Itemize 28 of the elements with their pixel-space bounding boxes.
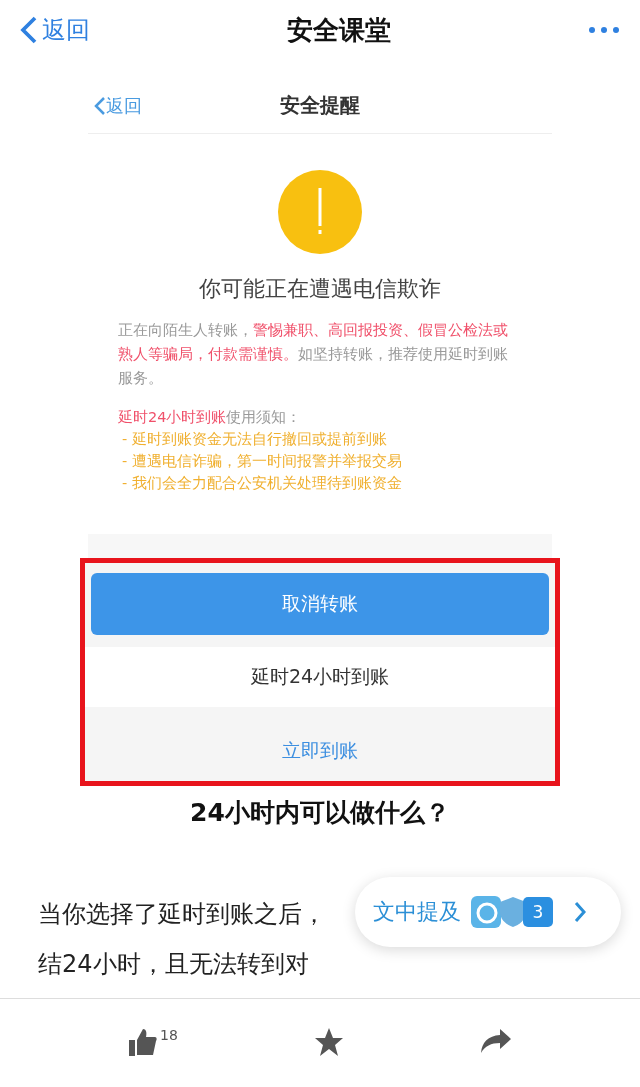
warning-text: 正在向陌生人转账，警惕兼职、高回报投资、假冒公检法或熟人等骗局，付款需谨慎。如坚持转账，推荐使用延时到账服务。 (118, 321, 509, 388)
notice-item: - 我们会全力配合公安机关处理待到账资金 (121, 474, 403, 493)
screen-title: 安全提醒 (280, 92, 360, 119)
chevron-right-icon (573, 900, 587, 924)
option-button[interactable]: 延时24小时到账 (85, 647, 555, 707)
mentions-label: 文中提及 (373, 898, 461, 926)
thumbs-up-icon[interactable] (128, 1027, 158, 1057)
notice-title: 延时24小时到账使用须知： (118, 408, 303, 427)
mentions-count: 3 (523, 897, 553, 927)
more-icon[interactable] (588, 26, 620, 34)
star-icon[interactable] (313, 1027, 344, 1057)
notice-item: - 遭遇电信诈骗，第一时间报警并举报交易 (121, 452, 403, 471)
back-chevron-icon (20, 15, 38, 45)
article-text: 当你选择了延时到账之后， (38, 899, 326, 930)
like-count: 18 (160, 1027, 178, 1043)
cancel-button[interactable]: 取消转账 (91, 573, 549, 635)
page-title: 安全课堂 (287, 13, 391, 47)
back-link[interactable]: 返回 (20, 14, 90, 46)
article-text: 结24小时，且无法转到对 (38, 949, 309, 980)
app-icon (471, 896, 501, 928)
back-chevron-icon (94, 95, 106, 116)
mentions-pill[interactable]: 文中提及 3 (355, 877, 621, 947)
share-icon[interactable] (479, 1027, 512, 1055)
warning-heading: 你可能正在遭遇电信欺诈 (199, 275, 441, 303)
notice-item: - 延时到账资金无法自行撤回或提前到账 (121, 430, 388, 449)
warning-icon (278, 170, 362, 254)
section-heading: 24小时内可以做什么？ (189, 797, 451, 829)
back-link[interactable]: 返回 (94, 93, 142, 118)
